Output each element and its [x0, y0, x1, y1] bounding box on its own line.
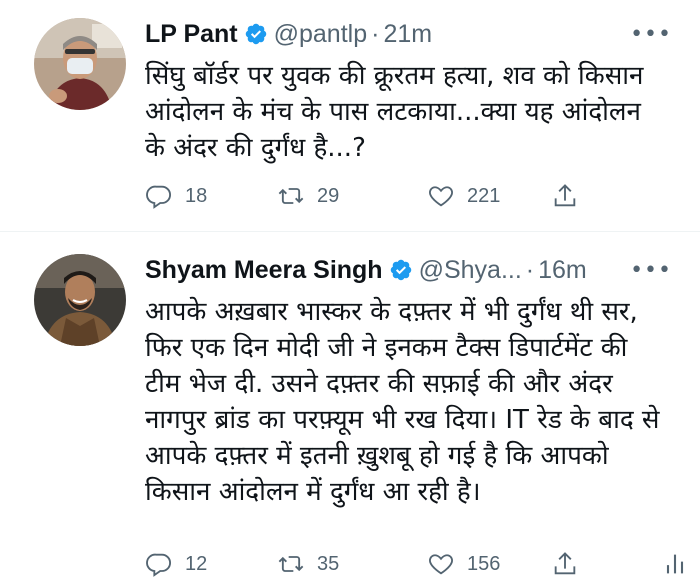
like-count: 156 [467, 552, 501, 575]
separator-dot: · [371, 19, 380, 48]
more-options-icon[interactable]: ••• [630, 22, 672, 47]
share-icon [554, 184, 576, 207]
more-options-icon[interactable]: ••• [630, 258, 672, 283]
tweet-actions: 18 29 221 [145, 182, 661, 210]
retweet-icon [278, 556, 304, 572]
retweet-icon [278, 188, 304, 204]
timestamp[interactable]: 21m [383, 20, 432, 49]
analytics-button[interactable] [661, 550, 700, 578]
like-count: 221 [467, 184, 501, 207]
heart-icon [429, 186, 453, 207]
reply-button[interactable]: 12 [145, 550, 277, 578]
avatar[interactable] [34, 18, 126, 110]
like-button[interactable]: 221 [427, 182, 551, 210]
separator-dot: · [525, 255, 535, 284]
verified-badge-icon [389, 258, 413, 282]
retweet-count: 35 [317, 552, 340, 575]
reply-count: 18 [185, 184, 208, 207]
tweet-text: सिंघु बॉर्डर पर युवक की क्रूरतम हत्या, श… [145, 61, 644, 163]
like-button[interactable]: 156 [427, 550, 551, 578]
share-button[interactable] [551, 550, 661, 578]
retweet-count: 29 [317, 184, 340, 207]
reply-icon [146, 185, 171, 209]
display-name[interactable]: LP Pant [145, 20, 238, 49]
analytics-icon [666, 554, 684, 574]
timestamp[interactable]: 16m [538, 256, 587, 285]
verified-badge-icon [244, 22, 268, 46]
reply-icon [146, 553, 171, 577]
tweet-actions: 12 35 156 [145, 550, 700, 578]
display-name[interactable]: Shyam Meera Singh [145, 256, 383, 285]
retweet-button[interactable]: 29 [277, 182, 427, 210]
user-handle[interactable]: @pantlp [274, 20, 368, 49]
share-button[interactable] [551, 182, 661, 210]
retweet-button[interactable]: 35 [277, 550, 427, 578]
user-handle[interactable]: @Shya... [419, 256, 522, 285]
reply-button[interactable]: 18 [145, 182, 277, 210]
tweet[interactable]: LP Pant @pantlp · 21m ••• सिंघु बॉर्डर प… [0, 0, 700, 232]
share-icon [554, 552, 576, 575]
tweet[interactable]: Shyam Meera Singh @Shya... · 16m ••• आपक… [0, 232, 700, 578]
heart-icon [429, 554, 453, 575]
tweet-text: आपके अख़बार भास्कर के दफ़्तर में भी दुर्… [145, 297, 660, 507]
avatar[interactable] [34, 254, 126, 346]
reply-count: 12 [185, 552, 208, 575]
